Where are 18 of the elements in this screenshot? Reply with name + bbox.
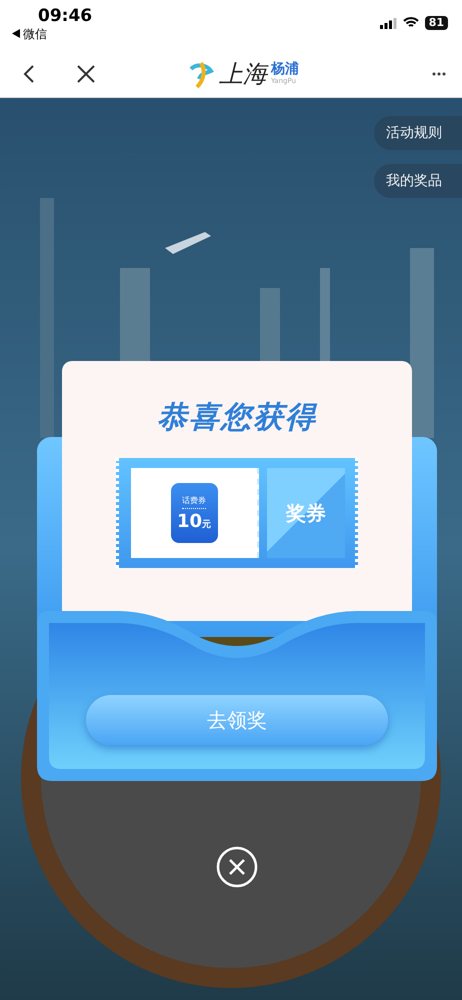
voucher-label: 话费券 <box>182 494 206 508</box>
signal-icon <box>380 18 397 28</box>
more-button[interactable] <box>432 72 446 76</box>
wifi-icon <box>402 17 419 29</box>
side-menu-button[interactable]: 活动规则 <box>374 116 462 150</box>
voucher-amount: 10元 <box>176 510 212 532</box>
logo-subtitle: 杨浦 <box>271 61 299 77</box>
back-to-app-link[interactable]: 微信 <box>12 26 92 42</box>
back-button[interactable] <box>22 64 36 84</box>
side-menu-button[interactable]: 我的奖品 <box>374 164 462 198</box>
status-time: 09:46 <box>38 6 92 26</box>
close-icon[interactable] <box>216 846 258 888</box>
battery-level: 81 <box>424 16 448 30</box>
close-button[interactable] <box>76 64 96 84</box>
logo-text: 上海 <box>219 58 267 90</box>
prize-title: 恭喜您获得 <box>157 399 317 437</box>
back-triangle-icon <box>12 29 20 38</box>
coupon-stub: 奖券 <box>267 468 345 558</box>
